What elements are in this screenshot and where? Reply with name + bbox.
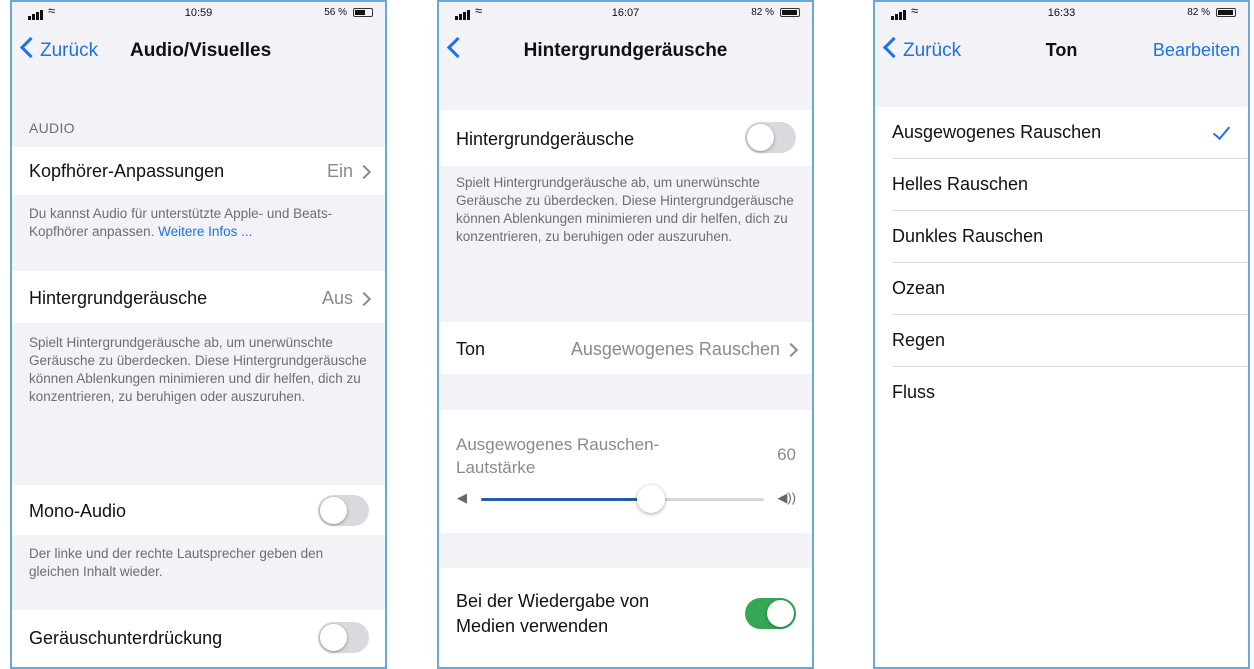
sound-option-row[interactable]: Helles Rauschen — [875, 159, 1248, 211]
battery-icon — [353, 8, 373, 17]
hintergrundgeraeusche-toggle-row: Hintergrundgeräusche — [439, 110, 812, 166]
volume-value: 60 — [777, 445, 796, 464]
option-label: Regen — [892, 330, 946, 350]
status-bar: ≈ 10:59 56 % — [12, 2, 385, 28]
row-label: Kopfhörer-Anpassungen — [29, 161, 225, 181]
media-row: Bei der Wiedergabe von Medien verwenden — [439, 568, 812, 668]
volume-slider[interactable] — [481, 485, 764, 513]
hintergrundgeraeusche-row[interactable]: Hintergrundgeräusche Aus — [12, 271, 385, 323]
sound-option-row[interactable]: Ozean — [875, 263, 1248, 315]
media-toggle[interactable] — [745, 598, 796, 629]
hintergrund-footer: Spielt Hintergrundgeräusche ab, um unerw… — [456, 175, 794, 244]
option-label: Ozean — [892, 278, 946, 298]
back-button[interactable]: Zurück — [40, 40, 98, 62]
row-value: Aus — [321, 288, 353, 308]
slider-fill — [481, 498, 651, 501]
back-chevron-icon[interactable] — [19, 36, 42, 59]
battery-percent: 56 % — [324, 7, 347, 18]
edit-button[interactable]: Bearbeiten — [1153, 40, 1240, 61]
option-label: Helles Rauschen — [892, 174, 1029, 194]
mono-audio-row: Mono-Audio — [12, 485, 385, 535]
toggle-knob — [747, 124, 774, 151]
row-label: Hintergrundgeräusche — [29, 288, 208, 308]
screen-audio-visuelles: ≈ 10:59 56 % Zurück Audio/Visuelles AUDI… — [10, 0, 387, 669]
noise-cancellation-toggle[interactable] — [318, 622, 369, 653]
row-value: Ausgewogenes Rauschen — [570, 339, 780, 359]
option-label: Ausgewogenes Rauschen — [892, 122, 1102, 142]
screen-ton: ≈ 16:33 82 % Zurück Ton Bearbeiten Ausge… — [873, 0, 1250, 669]
toggle-knob — [320, 497, 347, 524]
hintergrund-footer: Spielt Hintergrundgeräusche ab, um unerw… — [29, 335, 367, 404]
weitere-infos-link[interactable]: Weitere Infos ... — [158, 224, 252, 239]
row-separator — [456, 667, 812, 668]
hintergrundgeraeusche-toggle[interactable] — [745, 122, 796, 153]
row-label: Ton — [456, 339, 486, 359]
sound-option-row[interactable]: Dunkles Rauschen — [875, 211, 1248, 263]
section-header-audio: AUDIO — [29, 120, 75, 136]
volume-label: Ausgewogenes Rauschen-Lautstärke — [456, 435, 660, 477]
volume-row: Ausgewogenes Rauschen-Lautstärke 60 ◀ ◀)… — [439, 410, 812, 533]
page-title: Audio/Visuelles — [130, 40, 272, 61]
kopfhoerer-anpassungen-row[interactable]: Kopfhörer-Anpassungen Ein — [12, 147, 385, 195]
sound-option-row[interactable]: Ausgewogenes Rauschen — [875, 107, 1248, 159]
option-label: Dunkles Rauschen — [892, 226, 1044, 246]
kopfhoerer-footer: Du kannst Audio für unterstützte Apple- … — [29, 205, 371, 241]
volume-low-icon: ◀ — [457, 490, 467, 505]
battery-icon — [780, 8, 800, 17]
row-value: Ein — [326, 161, 353, 181]
screen-hintergrundgeraeusche: ≈ 16:07 82 % Hintergrundgeräusche Hinter… — [437, 0, 814, 669]
chevron-right-icon — [356, 164, 372, 180]
chevron-right-icon — [783, 342, 799, 358]
checkmark-icon — [1212, 121, 1231, 141]
ton-row[interactable]: Ton Ausgewogenes Rauschen — [439, 322, 812, 374]
row-label: Bei der Wiedergabe von Medien verwenden — [456, 591, 650, 636]
battery-percent: 82 % — [1187, 7, 1210, 18]
row-label: Geräuschunterdrückung — [29, 628, 223, 648]
nav-bar: Hintergrundgeräusche — [439, 32, 812, 76]
status-bar: ≈ 16:07 82 % — [439, 2, 812, 28]
geraeuschunterdrueckung-row: Geräuschunterdrückung — [12, 610, 385, 667]
sound-option-row[interactable]: Fluss — [875, 367, 1248, 419]
battery-percent: 82 % — [751, 7, 774, 18]
row-label: Mono-Audio — [29, 501, 127, 521]
row-label: Hintergrundgeräusche — [456, 129, 635, 149]
sound-option-row[interactable]: Regen — [875, 315, 1248, 367]
status-bar: ≈ 16:33 82 % — [875, 2, 1248, 28]
sound-options-list: Ausgewogenes Rauschen Helles Rauschen Dunk… — [875, 107, 1248, 667]
mono-audio-toggle[interactable] — [318, 495, 369, 526]
chevron-right-icon — [356, 291, 372, 307]
toggle-knob — [767, 600, 794, 627]
nav-bar: Zurück Audio/Visuelles — [12, 32, 385, 76]
mono-footer: Der linke und der rechte Lautsprecher ge… — [29, 546, 324, 579]
toggle-knob — [320, 624, 347, 651]
option-label: Fluss — [892, 382, 936, 402]
battery-icon — [1216, 8, 1236, 17]
nav-bar: Zurück Ton Bearbeiten — [875, 32, 1248, 76]
page-title: Hintergrundgeräusche — [523, 40, 728, 61]
volume-high-icon: ◀)) — [777, 490, 796, 505]
slider-thumb[interactable] — [636, 485, 665, 513]
